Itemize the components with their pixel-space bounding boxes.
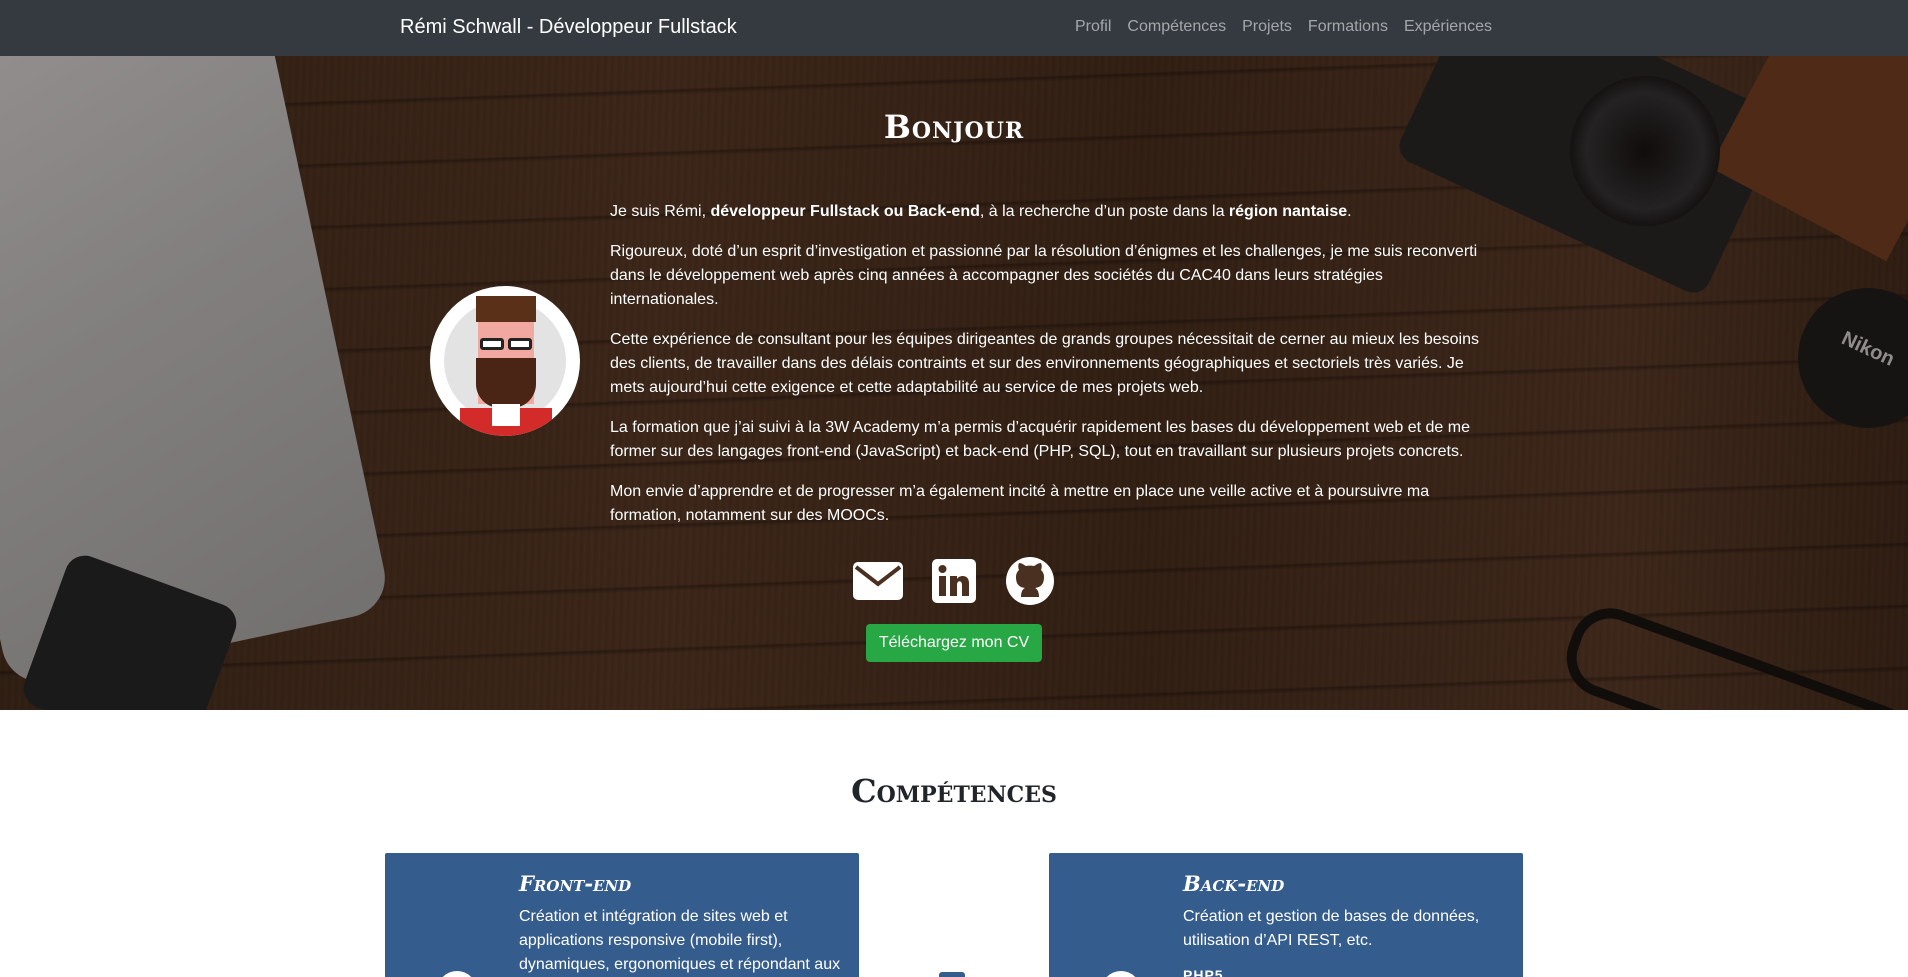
- monitor-icon: [437, 971, 477, 977]
- fullstack-icon: [939, 972, 965, 977]
- download-cv-button[interactable]: Téléchargez mon CV: [866, 624, 1042, 662]
- nav-link-experiences[interactable]: Expériences: [1396, 18, 1500, 36]
- intro-first-line: Je suis Rémi, développeur Fullstack ou B…: [610, 203, 1352, 220]
- card-title: Front-end: [519, 871, 632, 896]
- frontend-card: Front-end Création et intégration de sit…: [385, 853, 859, 977]
- avatar: [430, 286, 580, 436]
- card-extra: PHP5: [1183, 967, 1224, 977]
- nav-link-competences[interactable]: Compétences: [1119, 18, 1234, 36]
- intro-paragraph: Rigoureux, doté d’un esprit d’investigat…: [610, 243, 1478, 308]
- card-text: Création et intégration de sites web et …: [519, 908, 841, 973]
- linkedin-icon[interactable]: [929, 556, 979, 606]
- card-title: Back-end: [1183, 871, 1285, 896]
- nav-link-profil[interactable]: Profil: [1067, 18, 1119, 36]
- brand-link[interactable]: Rémi Schwall - Développeur Fullstack: [400, 16, 737, 39]
- nav-link-projets[interactable]: Projets: [1234, 18, 1300, 36]
- navbar: Rémi Schwall - Développeur Fullstack Pro…: [0, 0, 1908, 56]
- github-icon[interactable]: [1005, 556, 1055, 606]
- nav-links: Profil Compétences Projets Formations Ex…: [1067, 18, 1500, 36]
- database-icon: [1101, 971, 1141, 977]
- backend-card: Back-end Création et gestion de bases de…: [1049, 853, 1523, 977]
- competences-title: Compétences: [851, 772, 1057, 810]
- intro-paragraph: Mon envie d’apprendre et de progresser m…: [610, 483, 1430, 524]
- card-text: Création et gestion de bases de données,…: [1183, 908, 1480, 949]
- intro-paragraph: Cette expérience de consultant pour les …: [610, 331, 1479, 396]
- intro-paragraph: La formation que j’ai suivi à la 3W Acad…: [610, 419, 1470, 460]
- social-links: [0, 556, 1908, 606]
- hero-title: Bonjour: [883, 108, 1025, 146]
- nav-link-formations[interactable]: Formations: [1300, 18, 1396, 36]
- envelope-icon[interactable]: [853, 556, 903, 606]
- intro-text: Je suis Rémi, développeur Fullstack ou B…: [610, 200, 1490, 544]
